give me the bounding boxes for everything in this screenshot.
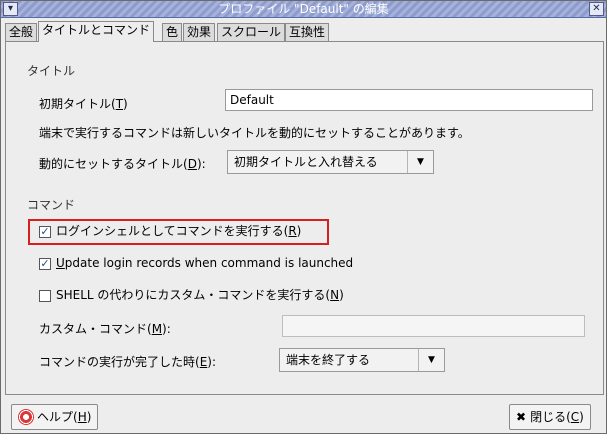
custom-command-input[interactable]: [282, 315, 585, 337]
chevron-down-icon: ▼: [407, 151, 433, 173]
on-exit-value: 端末を終了する: [286, 353, 371, 367]
tab-compatibility[interactable]: 互換性: [285, 23, 330, 41]
tab-colors[interactable]: 色: [162, 23, 183, 41]
dynamic-title-value: 初期タイトルと入れ替える: [234, 155, 378, 169]
login-shell-checkbox[interactable]: ✓: [39, 226, 51, 238]
update-records-label[interactable]: Update login records when command is lau…: [56, 256, 353, 271]
login-shell-label[interactable]: ログインシェルとしてコマンドを実行する(R): [56, 224, 301, 239]
profile-editor-window: ▾ プロファイル "Default" の編集 ✕ 全般 タイトルとコマンド 色 …: [0, 0, 607, 434]
close-button[interactable]: ✖ 閉じる(C): [509, 404, 591, 430]
tab-scrolling[interactable]: スクロール: [217, 23, 286, 41]
tab-title-and-command[interactable]: タイトルとコマンド: [38, 21, 155, 42]
chevron-down-icon: ▼: [418, 349, 444, 371]
close-icon[interactable]: ✕: [589, 2, 604, 16]
title-bar[interactable]: ▾ プロファイル "Default" の編集 ✕: [1, 1, 606, 18]
help-icon: [18, 409, 34, 425]
tab-panel: タイトル 初期タイトル(T) Default 端末で実行するコマンドは新しいタイ…: [5, 41, 604, 395]
custom-command-check-label[interactable]: SHELL の代わりにカスタム・コマンドを実行する(N): [56, 288, 344, 303]
initial-title-label: 初期タイトル(T): [39, 97, 128, 111]
update-records-checkbox[interactable]: ✓: [39, 258, 51, 270]
initial-title-input[interactable]: Default: [225, 89, 593, 111]
help-button[interactable]: ヘルプ(H): [11, 404, 99, 430]
command-section-heading: コマンド: [27, 198, 76, 212]
on-exit-dropdown[interactable]: 端末を終了する ▼: [279, 348, 445, 372]
dynamic-title-dropdown[interactable]: 初期タイトルと入れ替える ▼: [227, 150, 434, 174]
dynamic-title-label: 動的にセットするタイトル(D):: [39, 157, 206, 171]
close-icon: ✖: [516, 410, 527, 424]
tab-effects[interactable]: 効果: [183, 23, 216, 41]
custom-command-label: カスタム・コマンド(M):: [39, 322, 171, 336]
title-section-heading: タイトル: [27, 64, 76, 78]
tab-general[interactable]: 全般: [5, 23, 38, 41]
on-exit-label: コマンドの実行が完了した時(E):: [39, 355, 217, 369]
custom-command-checkbox[interactable]: [39, 290, 51, 302]
window-title: プロファイル "Default" の編集: [218, 2, 389, 16]
dynamic-title-info: 端末で実行するコマンドは新しいタイトルを動的にセットすることがあります。: [39, 126, 470, 140]
